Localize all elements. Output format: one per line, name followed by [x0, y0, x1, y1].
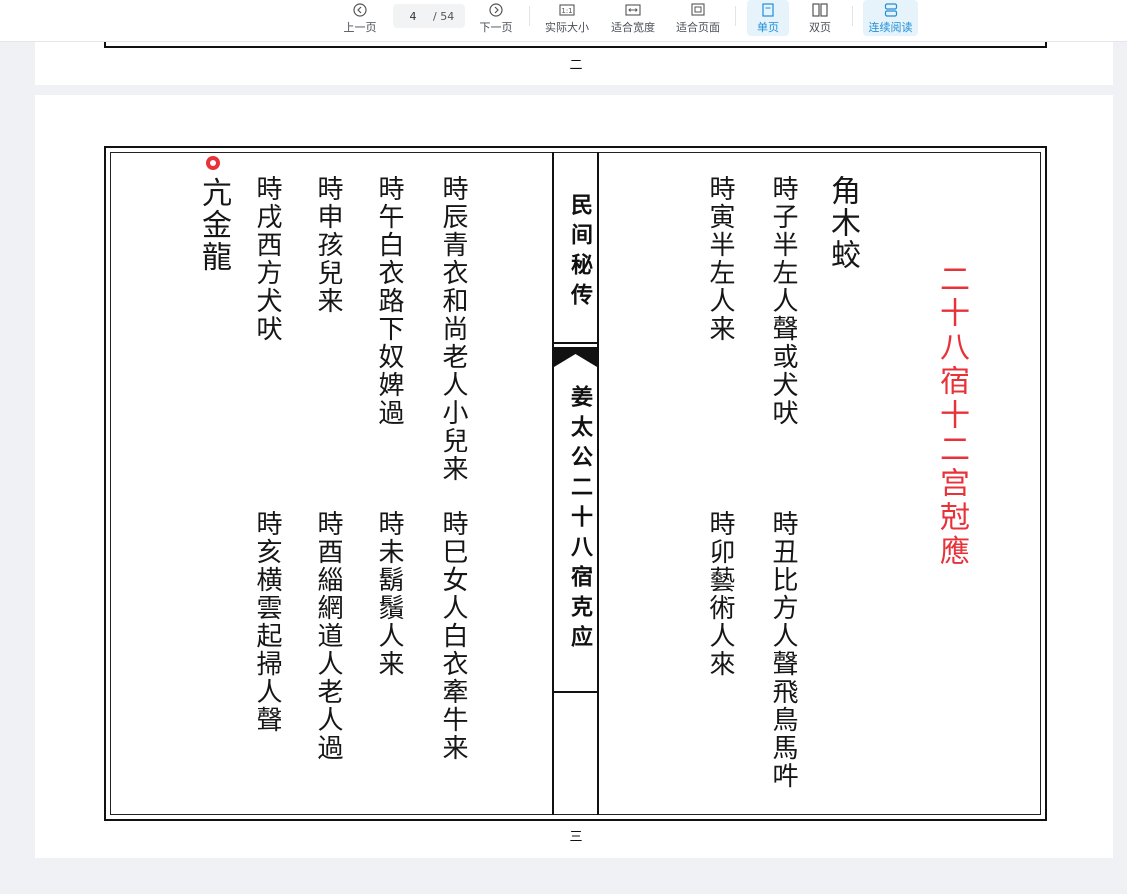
viewer-toolbar: 上一页 4 / 54 下一页 1:1 实际大小 适合宽度 适合页面 单页 双页 … [0, 0, 1127, 42]
text-column: 角木蛟 [825, 175, 860, 271]
text-column: 時酉緇網道人老人過 [313, 510, 343, 762]
double-page-icon [812, 2, 828, 17]
red-circle-mark [206, 156, 220, 170]
spine-line [552, 152, 554, 815]
text-column: 時亥横雲起掃人聲 [252, 510, 282, 734]
spine-fishtail [554, 347, 597, 367]
text-column: 時戌西方犬吠 [252, 175, 282, 343]
single-page-icon [762, 2, 774, 17]
fit-width-icon [625, 2, 641, 17]
toolbar-divider [852, 6, 853, 26]
text-column: 時子半左人聲或犬吠 [768, 175, 798, 427]
double-page-label: 双页 [809, 21, 831, 34]
spine-rule [554, 342, 597, 344]
spine-title: 民间秘传 [567, 193, 592, 313]
toolbar-divider [529, 6, 530, 26]
single-page-button[interactable]: 单页 [747, 0, 789, 36]
prev-page-button[interactable]: 上一页 [340, 0, 380, 36]
chevron-right-circle-icon [489, 2, 503, 17]
single-page-label: 单页 [757, 21, 779, 34]
continuous-reading-button[interactable]: 连续阅读 [863, 0, 918, 36]
actual-size-icon: 1:1 [559, 2, 575, 17]
next-page-button[interactable]: 下一页 [476, 0, 516, 36]
spine-rule [554, 691, 597, 693]
text-column: 時丑比方人聲飛鳥馬吽 [768, 510, 798, 790]
section-heading: 亢金龍 [196, 177, 231, 273]
fit-width-button[interactable]: 适合宽度 [609, 0, 657, 36]
chevron-left-circle-icon [353, 2, 367, 17]
continuous-scroll-icon [884, 2, 898, 17]
red-section-title: 二十八宿十二宫尅應 [934, 263, 969, 569]
text-column: 時申孩兒来 [313, 175, 343, 315]
actual-size-label: 实际大小 [545, 21, 589, 34]
next-page-label: 下一页 [479, 21, 513, 34]
page-number: 二 [569, 58, 583, 73]
svg-text:1:1: 1:1 [561, 7, 572, 15]
spine-subtitle: 姜太公二十八宿克应 [567, 385, 592, 655]
text-column: 時午白衣路下奴婢過 [374, 175, 404, 427]
page-number-field[interactable]: 4 / 54 [393, 4, 465, 28]
text-column: 時寅半左人来 [705, 175, 735, 343]
text-column: 時巳女人白衣牽牛来 [438, 510, 468, 762]
page-current-input[interactable]: 4 [393, 10, 433, 23]
fit-page-button[interactable]: 适合页面 [674, 0, 722, 36]
page-total: / 54 [433, 9, 455, 23]
actual-size-button[interactable]: 1:1 实际大小 [543, 0, 591, 36]
double-page-button[interactable]: 双页 [801, 0, 839, 36]
fit-page-icon [691, 2, 705, 17]
continuous-reading-label: 连续阅读 [868, 21, 913, 34]
spine-line [597, 152, 599, 815]
text-column: 時卯藝術人來 [705, 510, 735, 678]
text-column: 時辰青衣和尚老人小兒来 [438, 175, 468, 483]
page-number: 三 [569, 830, 583, 845]
fit-page-label: 适合页面 [676, 21, 720, 34]
current-page: 民间秘传 姜太公二十八宿克应 二十八宿十二宫尅應 角木蛟 時子半左人聲或犬吠 時… [35, 95, 1113, 858]
toolbar-divider [735, 6, 736, 26]
text-column: 時未鬍鬚人来 [374, 510, 404, 678]
fit-width-label: 适合宽度 [611, 21, 655, 34]
prev-page-label: 上一页 [343, 21, 377, 34]
